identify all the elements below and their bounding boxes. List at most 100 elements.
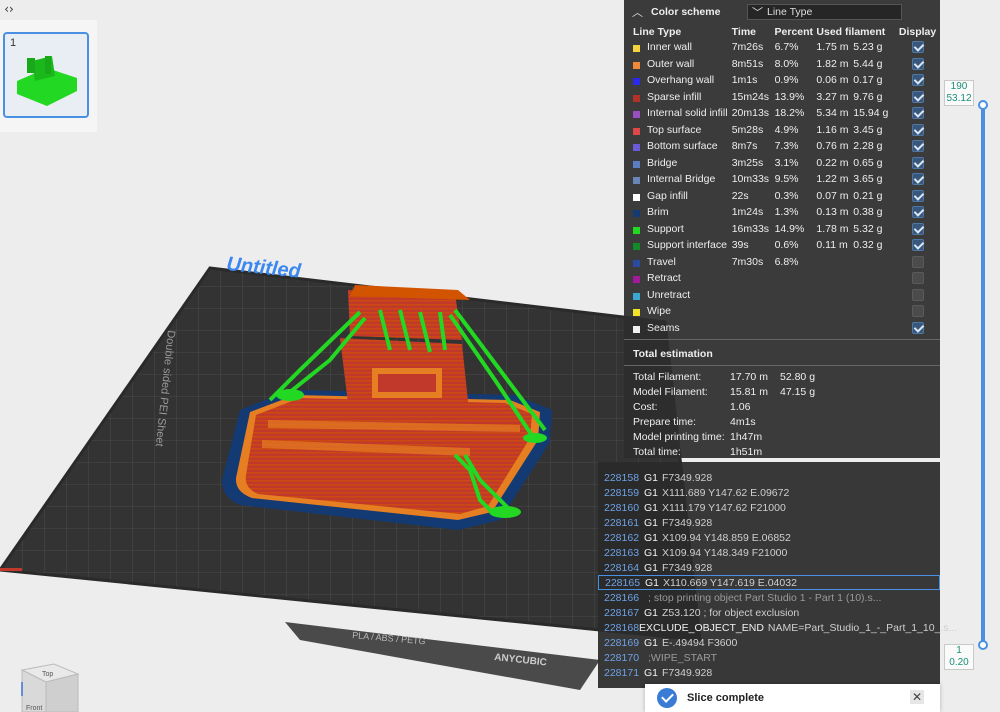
legend-line-type: Internal Bridge <box>633 173 732 185</box>
gcode-line[interactable]: 228160 G1 X111.179 Y147.62 F21000 <box>598 500 940 515</box>
legend-row: Internal solid infill 20m13s 18.2% 5.34 m 15… <box>624 105 940 122</box>
legend-weight: 0.21 g <box>853 189 883 202</box>
legend-panel: ︿ Color scheme ﹀ Line Type Line Type Tim… <box>624 0 940 458</box>
gcode-args: F7349.928 <box>662 516 713 529</box>
gcode-line[interactable]: 228158 G1 F7349.928 <box>598 470 940 485</box>
display-checkbox[interactable] <box>911 41 924 54</box>
legend-display-cell <box>895 288 940 301</box>
gcode-args: X111.179 Y147.62 F21000 <box>662 501 786 514</box>
legend-length: 1.82 m <box>816 57 849 70</box>
legend-length: 0.11 m <box>816 239 848 252</box>
display-checkbox[interactable] <box>911 206 924 219</box>
legend-line-type: Internal solid infill <box>633 107 732 119</box>
layer-slider-top-handle[interactable] <box>978 100 988 110</box>
gcode-viewer[interactable]: 228158 G1 F7349.928 228159 G1 X111.689 Y147.6… <box>598 462 957 688</box>
legend-row: Bridge 3m25s 3.1% 0.22 m 0.65 g <box>624 155 940 172</box>
legend-swatch <box>633 61 640 69</box>
display-checkbox[interactable] <box>911 239 924 252</box>
legend-display-cell <box>895 239 940 252</box>
close-icon[interactable]: ✕ <box>910 690 924 704</box>
legend-time: 39s <box>731 239 749 252</box>
gcode-line[interactable]: 228168 EXCLUDE_OBJECT_END NAME=Part_Studio… <box>598 620 957 635</box>
display-checkbox[interactable] <box>911 140 924 153</box>
legend-percent: 13.9% <box>774 90 805 103</box>
legend-display-cell <box>895 41 940 54</box>
legend-time: 7m30s <box>731 255 764 268</box>
legend-percent: 14.9% <box>774 222 805 235</box>
gcode-command: G1 <box>644 516 659 529</box>
color-scheme-select[interactable]: ﹀ Line Type <box>747 4 902 20</box>
estimation-row: Total Filament: 17.70 m 52.80 g <box>624 369 940 384</box>
gcode-line-number: 228171 <box>604 666 640 679</box>
display-checkbox[interactable] <box>911 255 924 268</box>
legend-length: 3.27 m <box>816 90 849 103</box>
display-checkbox[interactable] <box>911 272 924 285</box>
view-cube[interactable]: Top Front <box>8 660 80 712</box>
display-checkbox[interactable] <box>911 173 924 186</box>
legend-line-type: Brim <box>633 206 732 218</box>
gcode-line-number: 228168 <box>604 621 640 634</box>
display-checkbox[interactable] <box>911 189 924 202</box>
plate-thumbnail[interactable]: 1 <box>3 32 89 118</box>
legend-display-cell <box>895 173 940 186</box>
top-layer-number: 190 <box>950 81 968 92</box>
legend-line-type: Wipe <box>633 305 732 317</box>
gcode-line-number: 228159 <box>604 486 640 499</box>
legend-name: Brim <box>647 206 669 219</box>
estimation-label: Prepare time: <box>633 415 697 428</box>
chevron-up-icon[interactable]: ︿ <box>632 4 643 20</box>
gcode-line[interactable]: 228161 G1 F7349.928 <box>598 515 940 530</box>
gcode-line-number: 228164 <box>604 561 640 574</box>
display-checkbox[interactable] <box>911 288 924 301</box>
legend-line-type: Bridge <box>633 157 732 169</box>
gcode-line[interactable]: 228162 G1 X109.94 Y148.859 E.06852 <box>598 530 940 545</box>
display-checkbox[interactable] <box>911 57 924 70</box>
gcode-line[interactable]: 228164 G1 F7349.928 <box>598 560 940 575</box>
legend-swatch <box>633 94 640 102</box>
legend-swatch <box>633 325 640 333</box>
gcode-line[interactable]: 228169 G1 E-.49494 F3600 <box>598 635 940 650</box>
legend-length: 0.76 m <box>816 140 849 153</box>
display-checkbox[interactable] <box>911 222 924 235</box>
color-scheme-value: Line Type <box>767 6 813 18</box>
estimation-value: 1h51m <box>730 445 763 458</box>
gcode-line-selected[interactable]: 228165 G1 X110.669 Y147.619 E.04032 <box>598 575 940 590</box>
layer-slider-bottom-handle[interactable] <box>978 640 988 650</box>
display-checkbox[interactable] <box>911 305 924 318</box>
legend-display-cell <box>895 156 940 169</box>
legend-length: 1.75 m <box>816 41 849 54</box>
estimation-label: Total Filament: <box>633 370 702 383</box>
legend-name: Bridge <box>647 156 678 169</box>
legend-display-cell <box>895 189 940 202</box>
display-checkbox[interactable] <box>911 123 924 136</box>
gcode-command: G1 <box>644 501 659 514</box>
legend-percent: 7.3% <box>774 140 799 153</box>
layer-slider-track[interactable] <box>981 106 985 646</box>
legend-length: 0.07 m <box>816 189 849 202</box>
display-checkbox[interactable] <box>911 90 924 103</box>
display-checkbox[interactable] <box>911 156 924 169</box>
gcode-line[interactable]: 228159 G1 X111.689 Y147.62 E.09672 <box>598 485 940 500</box>
legend-name: Travel <box>647 255 676 268</box>
legend-line-type: Support interface <box>633 239 732 251</box>
gcode-line-number: 228161 <box>604 516 640 529</box>
col-used-filament: Used filament <box>816 25 886 38</box>
gcode-command: G1 <box>644 666 659 679</box>
legend-line-type: Support <box>633 223 732 235</box>
legend-display-cell <box>895 222 940 235</box>
gcode-line[interactable]: 228171 G1 F7349.928 <box>598 665 940 680</box>
collapse-thumbnails-button[interactable]: ‹› <box>0 0 18 18</box>
legend-header: ︿ Color scheme ﹀ Line Type <box>624 0 940 24</box>
legend-percent: 6.7% <box>774 41 799 54</box>
display-checkbox[interactable] <box>911 321 924 334</box>
gcode-line[interactable]: 228170 ;WIPE_START <box>598 650 940 665</box>
gcode-line[interactable]: 228167 G1 Z53.120 ; for object exclusion <box>598 605 940 620</box>
gcode-line-number: 228169 <box>604 636 640 649</box>
legend-line-type: Inner wall <box>633 41 732 53</box>
gcode-line[interactable]: 228163 G1 X109.94 Y148.349 F21000 <box>598 545 940 560</box>
display-checkbox[interactable] <box>911 74 924 87</box>
model-thumbnail-icon <box>17 56 77 106</box>
slice-complete-toast: Slice complete ✕ <box>645 684 940 712</box>
gcode-line[interactable]: 228166 ; stop printing object Part Studio… <box>598 590 940 605</box>
display-checkbox[interactable] <box>911 107 924 120</box>
